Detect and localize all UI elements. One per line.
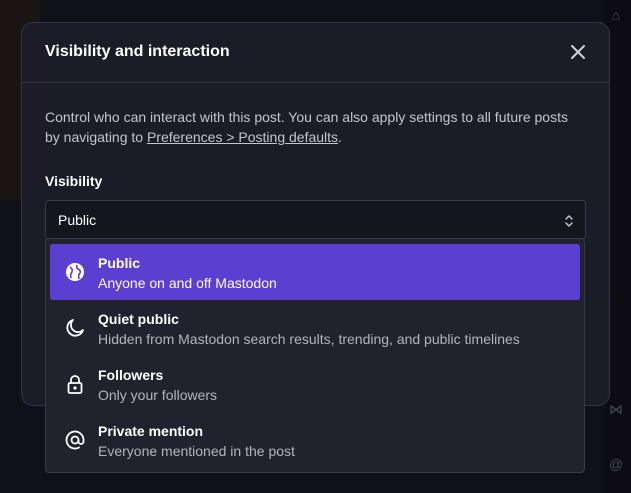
close-icon — [571, 45, 585, 59]
option-title: Private mention — [98, 423, 204, 439]
option-private-mention[interactable]: Private mention Everyone mentioned in th… — [50, 412, 580, 468]
posting-defaults-link[interactable]: Preferences > Posting defaults — [147, 129, 338, 145]
option-title: Public — [98, 255, 141, 271]
home-icon: ⌂ — [611, 7, 621, 23]
option-description: Anyone on and off Mastodon — [98, 275, 277, 291]
description-end: . — [338, 129, 342, 145]
visibility-select-value: Public — [58, 212, 97, 228]
chevron-updown-icon — [565, 215, 573, 227]
option-title: Followers — [98, 367, 164, 383]
close-button[interactable] — [567, 41, 589, 63]
dialog-header: Visibility and interaction — [22, 23, 609, 83]
option-description: Everyone mentioned in the post — [98, 443, 295, 459]
at-icon — [65, 430, 85, 450]
visibility-dropdown: Public Anyone on and off Mastodon Quiet … — [45, 238, 585, 473]
globe-icon — [66, 263, 84, 281]
option-description: Only your followers — [98, 387, 218, 403]
moon-icon — [66, 319, 84, 337]
lock-icon — [67, 375, 83, 394]
option-title: Quiet public — [98, 311, 179, 327]
visibility-label: Visibility — [45, 173, 103, 189]
dialog-title: Visibility and interaction — [45, 43, 230, 60]
visibility-select[interactable]: Public — [45, 200, 586, 240]
option-quiet-public[interactable]: Quiet public Hidden from Mastodon search… — [50, 300, 580, 356]
option-description: Hidden from Mastodon search results, tre… — [98, 331, 520, 347]
option-followers[interactable]: Followers Only your followers — [50, 356, 580, 412]
network-icon: ⋈ — [609, 401, 623, 417]
dialog-description: Control who can interact with this post.… — [45, 107, 585, 147]
option-public[interactable]: Public Anyone on and off Mastodon — [50, 244, 580, 300]
mention-icon: @ — [608, 456, 624, 472]
